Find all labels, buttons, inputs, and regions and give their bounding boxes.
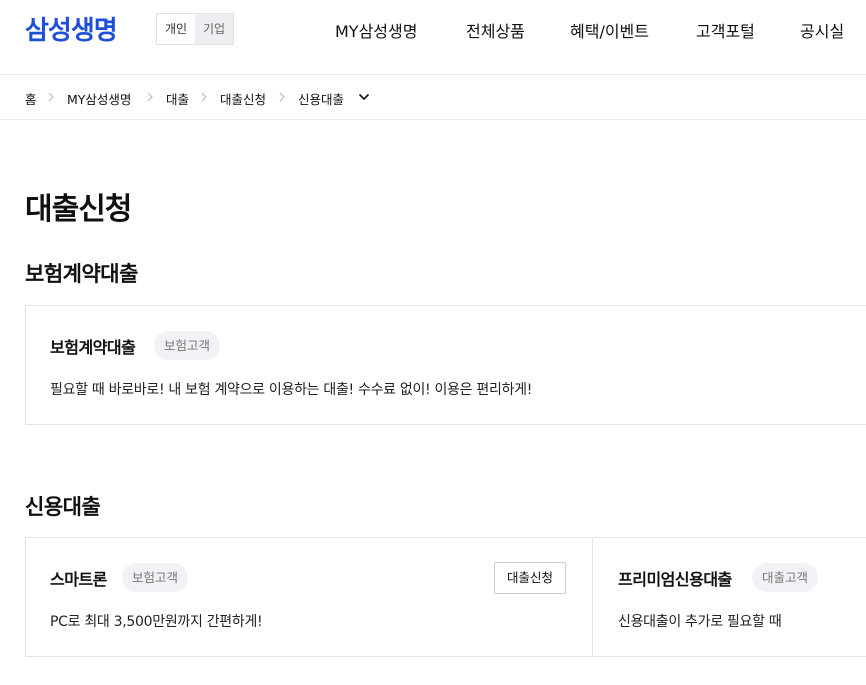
product-description: 신용대출이 추가로 필요할 때 bbox=[618, 614, 782, 630]
breadcrumb-credit-loan[interactable]: 신용대출 bbox=[298, 89, 344, 108]
nav-disclosure[interactable]: 공시실 bbox=[800, 18, 844, 42]
product-name: 보험계약대출 bbox=[50, 338, 136, 357]
global-header: 삼성생명 개인 기업 MY삼성생명 전체상품 혜택/이벤트 고객포털 공시실 bbox=[0, 0, 866, 75]
samsung-life-logo[interactable]: 삼성생명 bbox=[25, 10, 118, 47]
customer-type-toggle: 개인 기업 bbox=[156, 13, 234, 45]
chevron-down-icon[interactable] bbox=[357, 90, 371, 104]
nav-my-samsung-life[interactable]: MY삼성생명 bbox=[335, 18, 417, 42]
product-name: 스마트론 bbox=[50, 570, 107, 589]
loan-apply-button[interactable]: 대출신청 bbox=[494, 562, 567, 594]
segment-personal[interactable]: 개인 bbox=[157, 14, 195, 44]
breadcrumb-home[interactable]: 홈 bbox=[25, 89, 37, 108]
customer-badge: 대출고객 bbox=[752, 563, 819, 592]
breadcrumb: 홈 MY삼성생명 대출 대출신청 신용대출 bbox=[0, 75, 866, 120]
product-description: PC로 최대 3,500만원까지 간편하게! bbox=[50, 614, 263, 630]
breadcrumb-my-samsung-life[interactable]: MY삼성생명 bbox=[67, 89, 131, 108]
breadcrumb-loan[interactable]: 대출 bbox=[166, 89, 189, 108]
customer-badge: 보험고객 bbox=[122, 563, 189, 592]
customer-badge: 보험고객 bbox=[154, 331, 221, 360]
chevron-right-icon bbox=[198, 90, 210, 104]
chevron-right-icon bbox=[276, 90, 288, 104]
product-card-premium-credit-loan[interactable]: 프리미엄신용대출 대출고객 신용대출이 추가로 필요할 때 bbox=[592, 537, 866, 657]
chevron-right-icon bbox=[144, 90, 156, 104]
product-card-smart-loan[interactable]: 스마트론 보험고객 대출신청 PC로 최대 3,500만원까지 간편하게! bbox=[25, 537, 593, 657]
page-title: 대출신청 bbox=[25, 192, 132, 227]
product-name: 프리미엄신용대출 bbox=[618, 570, 732, 589]
breadcrumb-loan-application[interactable]: 대출신청 bbox=[220, 89, 266, 108]
nav-benefits-events[interactable]: 혜택/이벤트 bbox=[570, 18, 649, 42]
product-description: 필요할 때 바로바로! 내 보험 계약으로 이용하는 대출! 수수료 없이! 이… bbox=[50, 382, 533, 398]
chevron-right-icon bbox=[45, 90, 57, 104]
product-card-policy-loan[interactable]: 보험계약대출 보험고객 필요할 때 바로바로! 내 보험 계약으로 이용하는 대… bbox=[25, 305, 866, 425]
section-title-policy-loan: 보험계약대출 bbox=[25, 262, 138, 286]
nav-all-products[interactable]: 전체상품 bbox=[466, 18, 525, 42]
nav-customer-portal[interactable]: 고객포털 bbox=[696, 18, 755, 42]
segment-corporate[interactable]: 기업 bbox=[195, 14, 233, 44]
section-title-credit-loan: 신용대출 bbox=[25, 495, 101, 519]
